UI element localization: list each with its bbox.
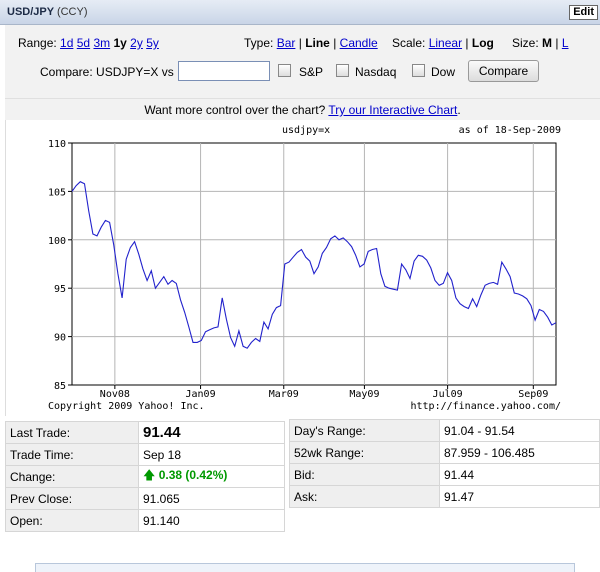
open-label: Open: — [5, 509, 139, 532]
sp-checkbox[interactable] — [278, 64, 291, 77]
compare-label: Compare: USDJPY=X vs — [40, 65, 174, 79]
promo-end: . — [457, 103, 461, 117]
compare-button[interactable]: Compare — [468, 60, 539, 82]
change-label: Change: — [5, 465, 139, 488]
range-1y: 1y — [113, 36, 127, 50]
plot-area — [71, 142, 557, 386]
prev-close-value: 91.065 — [138, 487, 285, 510]
range-2y[interactable]: 2y — [130, 36, 143, 50]
days-range-value: 91.04 - 91.54 — [439, 419, 600, 442]
type-label: Type: — [244, 36, 274, 50]
table-row: 52wk Range: 87.959 - 106.485 — [289, 441, 600, 464]
change-cell: 🡅 0.38 (0.42%) — [138, 465, 285, 488]
interactive-chart-link[interactable]: Try our Interactive Chart — [328, 103, 457, 117]
x-tick-label: Jul09 — [433, 389, 463, 400]
type-bar[interactable]: Bar — [277, 36, 296, 50]
promo-text: Want more control over the chart? — [144, 103, 329, 117]
ask-value: 91.47 — [439, 485, 600, 508]
trade-time-label: Trade Time: — [5, 443, 139, 466]
bid-label: Bid: — [289, 463, 440, 486]
table-row: Open: 91.140 — [5, 509, 285, 532]
chart-svg: usdjpy=x as of 18-Sep-2009 Copyright 200… — [48, 125, 561, 412]
scale-label: Scale: — [392, 36, 426, 50]
quote-table-right: Day's Range: 91.04 - 91.54 52wk Range: 8… — [289, 419, 600, 508]
nasdaq-label: Nasdaq — [355, 65, 397, 79]
prev-close-label: Prev Close: — [5, 487, 139, 510]
edit-button[interactable]: Edit — [569, 5, 598, 20]
table-row: Ask: 91.47 — [289, 485, 600, 508]
size-selector: Size: M | L — [512, 36, 569, 50]
52wk-range-value: 87.959 - 106.485 — [439, 441, 600, 464]
x-tick-label: May09 — [349, 389, 379, 400]
table-row: Trade Time: Sep 18 — [5, 443, 285, 466]
symbol-label: USD/JPY — [7, 6, 54, 18]
chart-as-of: as of 18-Sep-2009 — [459, 125, 561, 136]
chart-source: http://finance.yahoo.com/ — [410, 401, 561, 412]
size-l[interactable]: L — [562, 36, 569, 50]
x-tick-label: Mar09 — [269, 389, 299, 400]
last-trade-value: 91.44 — [138, 421, 285, 444]
ccy-label: (CCY) — [56, 6, 88, 18]
scale-selector: Scale: Linear | Log — [392, 36, 494, 50]
interactive-chart-promo: Want more control over the chart? Try ou… — [5, 98, 600, 120]
type-selector: Type: Bar | Line | Candle — [244, 36, 378, 50]
range-5y[interactable]: 5y — [146, 36, 159, 50]
quote-table-left: Last Trade: 91.44 Trade Time: Sep 18 Cha… — [5, 421, 285, 532]
52wk-range-label: 52wk Range: — [289, 441, 440, 464]
type-candle[interactable]: Candle — [340, 36, 378, 50]
y-tick-label: 90 — [54, 333, 66, 344]
y-tick-label: 110 — [48, 139, 66, 150]
scale-linear[interactable]: Linear — [429, 36, 462, 50]
table-row: Prev Close: 91.065 — [5, 487, 285, 510]
dow-checkbox[interactable] — [412, 64, 425, 77]
compare-input[interactable] — [178, 61, 270, 81]
quote-header: USD/JPY (CCY) Edit — [0, 0, 600, 25]
last-trade-label: Last Trade: — [5, 421, 139, 444]
range-5d[interactable]: 5d — [77, 36, 90, 50]
y-tick-label: 85 — [54, 381, 66, 392]
quote-title: USD/JPY (CCY) — [7, 6, 88, 18]
x-tick-label: Jan09 — [186, 389, 216, 400]
table-row: Change: 🡅 0.38 (0.42%) — [5, 465, 285, 488]
price-chart: usdjpy=x as of 18-Sep-2009 Copyright 200… — [5, 120, 600, 416]
days-range-label: Day's Range: — [289, 419, 440, 442]
type-line: Line — [305, 36, 330, 50]
up-arrow-icon: 🡅 — [143, 468, 156, 482]
range-label: Range: — [18, 36, 57, 50]
scale-log: Log — [471, 36, 494, 50]
chart-title: usdjpy=x — [282, 125, 330, 136]
sp-label: S&P — [299, 65, 324, 79]
y-tick-label: 100 — [48, 236, 66, 247]
nasdaq-checkbox[interactable] — [336, 64, 349, 77]
table-row: Bid: 91.44 — [289, 463, 600, 486]
range-3m[interactable]: 3m — [93, 36, 110, 50]
y-tick-label: 95 — [54, 284, 66, 295]
change-value: 0.38 (0.42%) — [158, 468, 228, 482]
bottom-panel — [35, 563, 575, 572]
x-tick-label: Sep09 — [518, 389, 548, 400]
dow-label: Dow — [431, 65, 456, 79]
chart-controls: Range: 1d 5d 3m 1y 2y 5y Type: Bar | Lin… — [5, 25, 600, 98]
x-tick-label: Nov08 — [100, 389, 130, 400]
open-value: 91.140 — [138, 509, 285, 532]
size-m: M — [542, 36, 553, 50]
bid-value: 91.44 — [439, 463, 600, 486]
range-selector: Range: 1d 5d 3m 1y 2y 5y — [18, 36, 159, 50]
table-row: Last Trade: 91.44 — [5, 421, 285, 444]
range-1d[interactable]: 1d — [60, 36, 73, 50]
ask-label: Ask: — [289, 485, 440, 508]
y-tick-label: 105 — [48, 187, 66, 198]
size-label: Size: — [512, 36, 539, 50]
trade-time-value: Sep 18 — [138, 443, 285, 466]
table-row: Day's Range: 91.04 - 91.54 — [289, 419, 600, 442]
chart-copyright: Copyright 2009 Yahoo! Inc. — [48, 401, 205, 412]
